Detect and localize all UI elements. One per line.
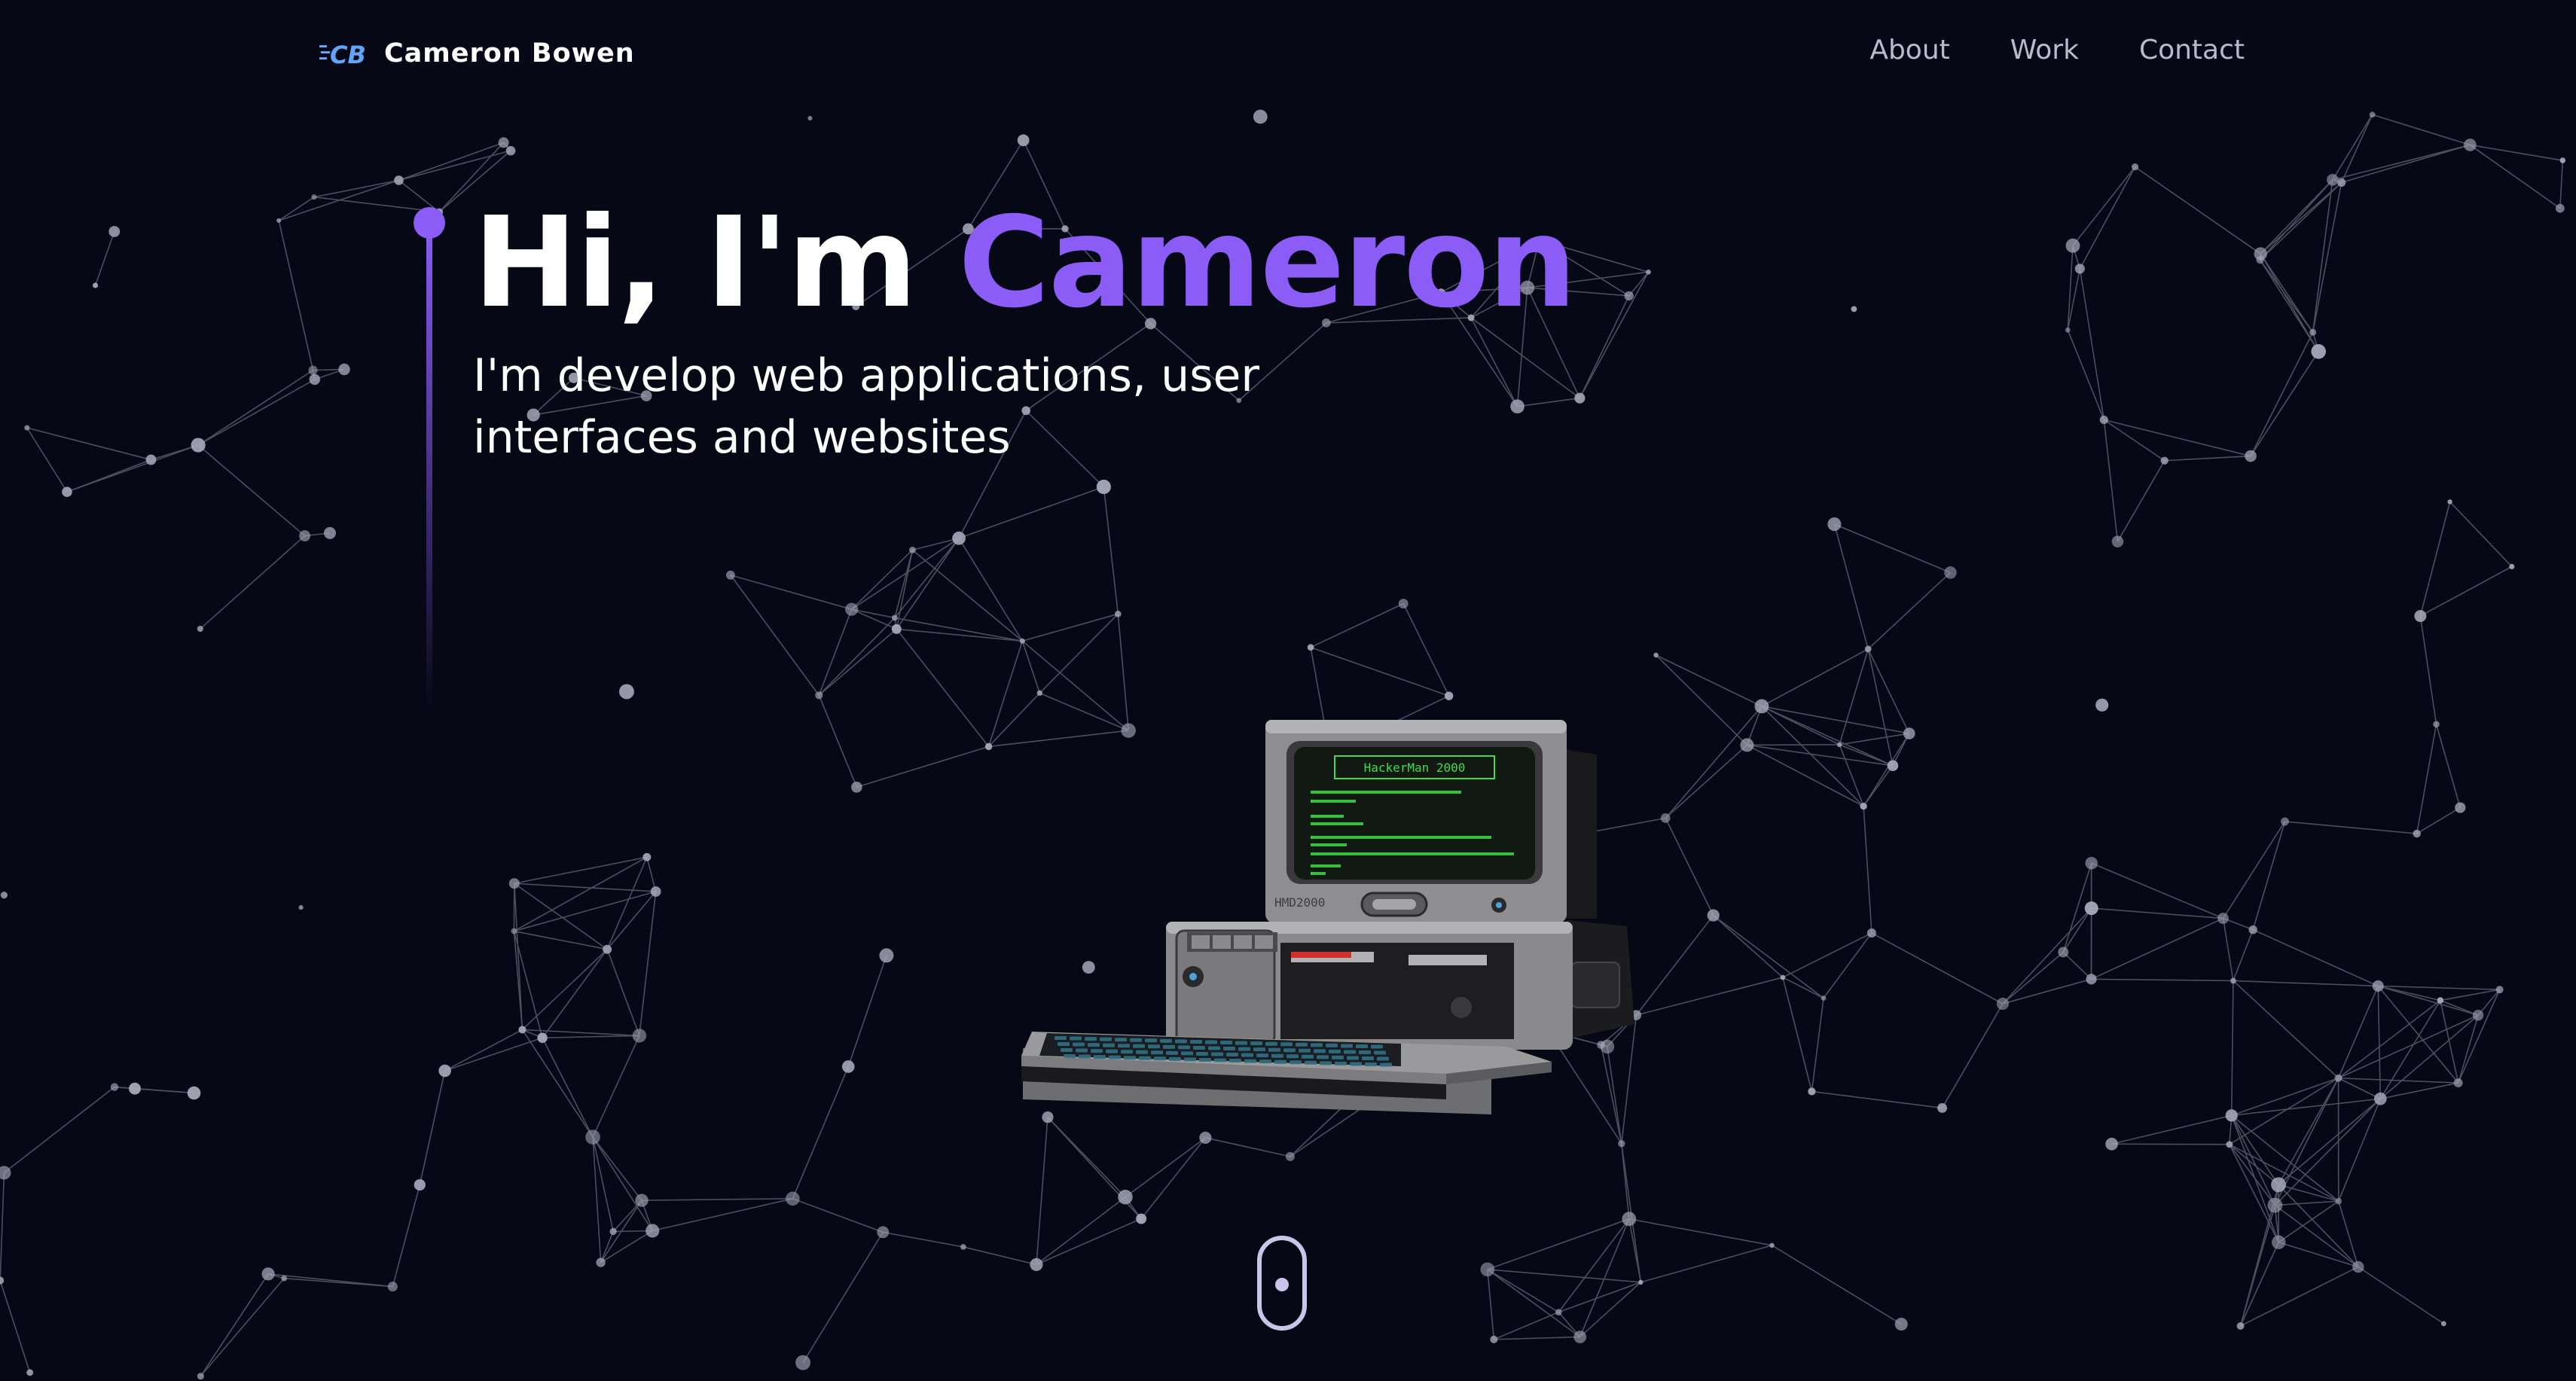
screen-header: HackerMan 2000 [1364, 761, 1466, 775]
brand-logo-icon: CB [319, 41, 366, 69]
brand-logo-text: CB [330, 41, 366, 69]
model-label: HMD2000 [1274, 895, 1325, 910]
hero-title: Hi, I'm Cameron [473, 188, 1577, 339]
brand-name: Cameron Bowen [384, 38, 635, 69]
hero-subtitle: I'm develop web applications, user inter… [473, 349, 1260, 464]
hero-name: Cameron [958, 191, 1576, 336]
hero-accent-line [414, 207, 445, 711]
nav-link-contact[interactable]: Contact [2139, 35, 2245, 66]
retro-computer-illustration: HackerMan 2000 HMD2000 [1021, 720, 1634, 1114]
scroll-down-mouse-icon[interactable] [1255, 1235, 1309, 1331]
hero-greeting: Hi, I'm [473, 191, 917, 336]
page: CB Cameron Bowen About Work Contact Hi, … [0, 0, 2576, 1381]
top-navigation: CB Cameron Bowen About Work Contact [0, 0, 2576, 107]
nav-links: About Work Contact [1869, 35, 2245, 66]
nav-link-about[interactable]: About [1869, 35, 1949, 66]
brand-home-link[interactable]: CB Cameron Bowen [319, 35, 635, 72]
nav-link-work[interactable]: Work [2010, 35, 2079, 66]
